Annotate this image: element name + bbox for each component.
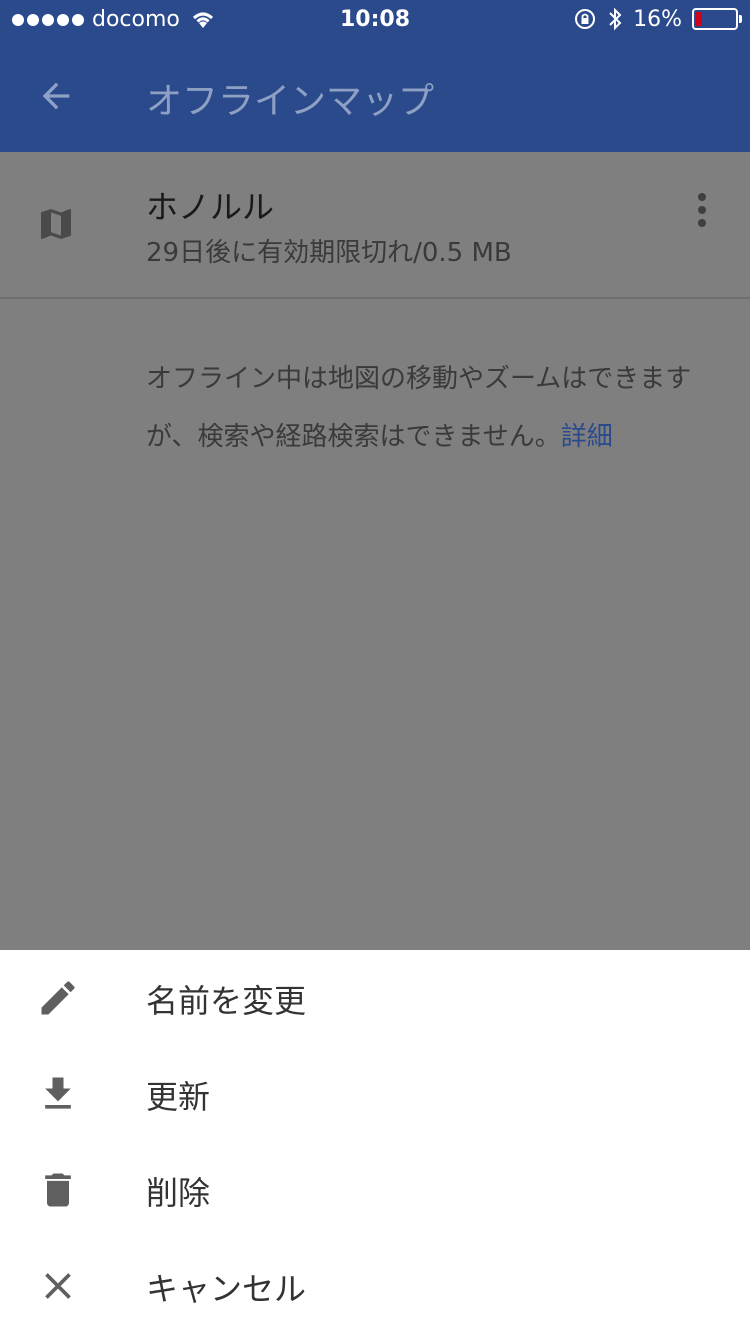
app-bar: オフラインマップ <box>0 40 750 152</box>
battery-icon <box>692 8 742 30</box>
content-scrim[interactable]: ホノルル 29日後に有効期限切れ/0.5 MB オフライン中は地図の移動やズーム… <box>0 152 750 950</box>
offline-map-item[interactable]: ホノルル 29日後に有効期限切れ/0.5 MB <box>0 152 750 299</box>
rename-label: 名前を変更 <box>146 982 307 1020</box>
offline-info-text: オフライン中は地図の移動やズームはできますが、検索や経路検索はできません。詳細 <box>146 350 716 466</box>
details-link[interactable]: 詳細 <box>561 422 613 452</box>
arrow-back-icon <box>42 82 70 110</box>
trash-icon <box>45 1173 71 1207</box>
battery-fill <box>696 12 702 26</box>
cancel-label: キャンセル <box>146 1270 307 1308</box>
close-icon <box>45 1273 71 1299</box>
cancel-item[interactable]: キャンセル <box>0 1238 750 1334</box>
rename-item[interactable]: 名前を変更 <box>0 950 750 1046</box>
download-icon <box>45 1077 71 1109</box>
more-vert-icon <box>698 193 706 201</box>
bottom-sheet: 名前を変更 更新 削除 キャンセル <box>0 950 750 1334</box>
delete-item[interactable]: 削除 <box>0 1142 750 1238</box>
bluetooth-icon <box>609 7 622 31</box>
status-bar-right: 16% <box>573 6 742 32</box>
page-title: オフラインマップ <box>146 81 435 122</box>
rotation-lock-icon <box>575 9 596 29</box>
offline-map-expiry-size: 29日後に有効期限切れ/0.5 MB <box>146 238 512 268</box>
status-bar: docomo 10:08 16% <box>0 0 750 40</box>
update-label: 更新 <box>146 1078 211 1116</box>
back-button[interactable] <box>24 64 88 128</box>
map-icon <box>41 209 71 239</box>
battery-percent: 16% <box>633 6 682 32</box>
pencil-icon <box>41 981 75 1015</box>
delete-label: 削除 <box>146 1174 211 1212</box>
offline-map-name: ホノルル <box>146 188 275 226</box>
update-item[interactable]: 更新 <box>0 1046 750 1142</box>
more-options-button[interactable] <box>680 188 724 232</box>
